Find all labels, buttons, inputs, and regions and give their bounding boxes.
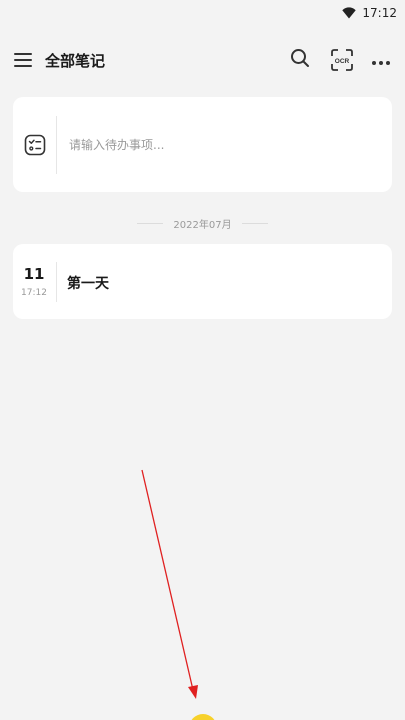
todo-divider bbox=[56, 116, 57, 174]
todo-input[interactable] bbox=[69, 133, 369, 157]
page-title[interactable]: 全部笔记 bbox=[45, 50, 105, 71]
note-divider bbox=[56, 262, 57, 302]
app-header: 全部笔记 OCR bbox=[0, 40, 405, 80]
ocr-button[interactable]: OCR bbox=[331, 49, 353, 71]
more-icon bbox=[371, 51, 391, 70]
search-icon bbox=[290, 48, 310, 72]
menu-icon[interactable] bbox=[14, 51, 32, 69]
status-bar: 17:12 bbox=[0, 0, 405, 26]
ocr-scan-icon: OCR bbox=[331, 49, 353, 71]
date-separator: 2022年07月 bbox=[0, 215, 405, 231]
date-separator-line-right bbox=[241, 222, 268, 224]
more-button[interactable] bbox=[370, 49, 392, 71]
add-note-fab[interactable] bbox=[189, 714, 217, 720]
todo-card bbox=[13, 97, 392, 192]
date-separator-line-left bbox=[137, 222, 164, 224]
note-card[interactable]: 11 17:12 第一天 bbox=[13, 244, 392, 319]
ocr-label: OCR bbox=[335, 58, 350, 65]
date-separator-label: 2022年07月 bbox=[173, 219, 232, 231]
wifi-icon bbox=[342, 7, 357, 19]
note-title: 第一天 bbox=[67, 276, 109, 292]
checklist-icon[interactable] bbox=[24, 134, 46, 156]
status-time: 17:12 bbox=[362, 6, 397, 20]
note-day: 11 bbox=[23, 265, 45, 283]
note-time: 17:12 bbox=[21, 288, 47, 298]
search-button[interactable] bbox=[289, 49, 311, 71]
